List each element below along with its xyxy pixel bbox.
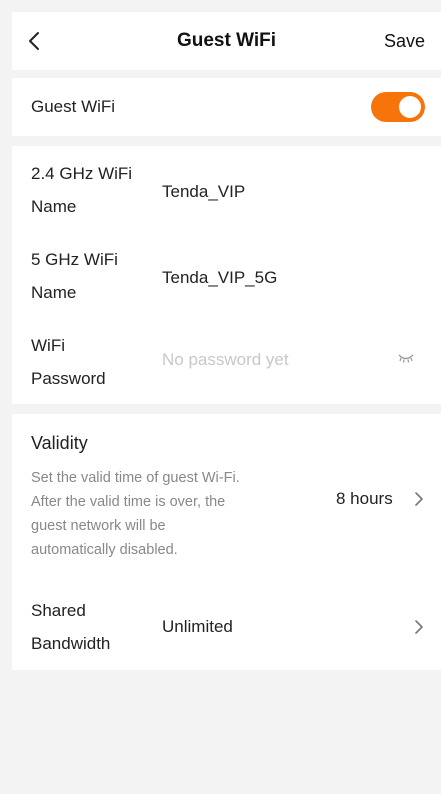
validity-description-line3: guest network will be bbox=[31, 518, 166, 534]
save-button[interactable]: Save bbox=[384, 31, 441, 52]
page-title: Guest WiFi bbox=[176, 30, 277, 51]
wifi-5-name-field[interactable]: Tenda_VIP_5G bbox=[162, 268, 277, 288]
wifi-password-label: WiFi Password bbox=[31, 329, 106, 395]
chevron-right-icon bbox=[415, 492, 423, 506]
validity-description-line1: Set the valid time of guest Wi-Fi. bbox=[31, 470, 240, 486]
wifi-5-name-label-line2: Name bbox=[31, 283, 77, 302]
wifi-password-label-line2: Password bbox=[31, 369, 106, 388]
eye-closed-icon[interactable] bbox=[398, 352, 414, 364]
chevron-right-icon bbox=[415, 620, 423, 634]
shared-bandwidth-label: Shared Bandwidth bbox=[31, 594, 110, 660]
wifi-settings-card: 2.4 GHz WiFi Name Tenda_VIP 5 GHz WiFi N… bbox=[12, 146, 441, 404]
validity-label: Validity bbox=[31, 433, 88, 453]
back-button[interactable] bbox=[12, 12, 52, 70]
guest-wifi-label: Guest WiFi bbox=[31, 97, 116, 116]
wifi-password-label-line1: WiFi bbox=[31, 336, 65, 355]
validity-description: Set the valid time of guest Wi-Fi. After… bbox=[31, 466, 240, 562]
shared-bandwidth-value: Unlimited bbox=[162, 617, 233, 636]
wifi-24-name-field[interactable]: Tenda_VIP bbox=[162, 182, 245, 202]
wifi-24-name-label-line1: 2.4 GHz WiFi bbox=[31, 164, 133, 183]
wifi-5-name-label-line1: 5 GHz WiFi bbox=[31, 250, 118, 269]
validity-value: 8 hours bbox=[336, 489, 393, 508]
wifi-5-name-label: 5 GHz WiFi Name bbox=[31, 243, 118, 309]
validity-bandwidth-card: Validity Set the valid time of guest Wi-… bbox=[12, 414, 441, 670]
status-bar-area bbox=[0, 0, 441, 12]
guest-wifi-toggle[interactable] bbox=[371, 92, 425, 122]
wifi-24-name-label-line2: Name bbox=[31, 197, 77, 216]
shared-bandwidth-row[interactable]: Shared Bandwidth Unlimited bbox=[12, 584, 441, 664]
guest-wifi-card: Guest WiFi bbox=[12, 78, 441, 136]
validity-description-line2: After the valid time is over, the bbox=[31, 494, 226, 510]
shared-bandwidth-label-line1: Shared bbox=[31, 601, 86, 620]
wifi-password-field[interactable]: No password yet bbox=[162, 350, 289, 370]
shared-bandwidth-label-line2: Bandwidth bbox=[31, 634, 111, 653]
toggle-knob bbox=[399, 96, 421, 118]
validity-description-line4: automatically disabled. bbox=[31, 542, 178, 558]
header-bar: Guest WiFi Save bbox=[12, 12, 441, 70]
wifi-24-name-label: 2.4 GHz WiFi Name bbox=[31, 157, 132, 223]
validity-row[interactable]: Validity Set the valid time of guest Wi-… bbox=[12, 414, 441, 574]
chevron-left-icon bbox=[29, 32, 39, 50]
